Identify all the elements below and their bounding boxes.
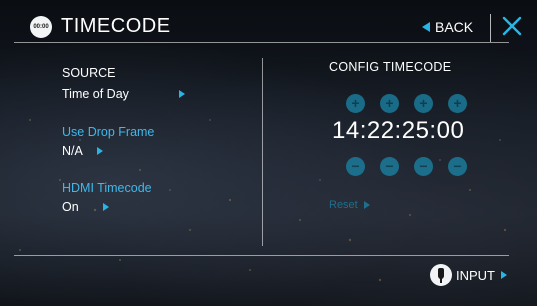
timecode-icon: 00:00 — [30, 16, 52, 38]
plus-icon: + — [453, 95, 462, 111]
source-selector[interactable]: Time of Day — [62, 87, 185, 101]
close-icon[interactable] — [500, 14, 524, 38]
source-value: Time of Day — [62, 87, 129, 101]
reset-label: Reset — [329, 199, 358, 211]
drop-frame-value: N/A — [62, 144, 83, 158]
increment-hours-button[interactable]: + — [346, 94, 365, 113]
reset-button[interactable]: Reset — [329, 199, 370, 211]
back-button-label: BACK — [435, 19, 474, 35]
chevron-right-icon — [178, 90, 185, 98]
plus-icon: + — [351, 95, 360, 111]
config-timecode-title: CONFIG TIMECODE — [329, 60, 452, 74]
column-divider — [262, 58, 263, 246]
drop-frame-label: Use Drop Frame — [62, 125, 155, 139]
minus-icon: − — [453, 158, 462, 174]
chevron-right-icon — [501, 271, 507, 279]
drop-frame-selector[interactable]: N/A — [62, 144, 103, 158]
chevron-right-icon — [102, 203, 109, 211]
increment-seconds-button[interactable]: + — [414, 94, 433, 113]
decrement-minutes-button[interactable]: − — [380, 157, 399, 176]
hdmi-timecode-label: HDMI Timecode — [62, 181, 152, 195]
input-button[interactable]: INPUT — [430, 262, 507, 288]
chevron-right-icon — [96, 147, 103, 155]
back-button[interactable]: BACK — [422, 17, 473, 37]
input-plug-icon — [430, 264, 452, 286]
chevron-left-icon — [422, 22, 430, 32]
timecode-screen: 00:00 TIMECODE BACK SOURCE Time of Day U… — [0, 0, 537, 306]
increment-minutes-button[interactable]: + — [380, 94, 399, 113]
hdmi-timecode-value: On — [62, 200, 79, 214]
source-label: SOURCE — [62, 66, 116, 80]
header-divider — [490, 14, 491, 42]
page-title: TIMECODE — [61, 15, 171, 37]
header-divider-line — [14, 42, 509, 43]
footer-divider-line — [14, 255, 509, 256]
plus-icon: + — [419, 95, 428, 111]
minus-icon: − — [385, 158, 394, 174]
decrement-hours-button[interactable]: − — [346, 157, 365, 176]
input-button-label: INPUT — [456, 267, 495, 283]
hdmi-timecode-selector[interactable]: On — [62, 200, 109, 214]
chevron-right-icon — [363, 201, 370, 209]
decrement-seconds-button[interactable]: − — [414, 157, 433, 176]
timecode-value: 14:22:25:00 — [332, 117, 465, 144]
plus-icon: + — [385, 95, 394, 111]
increment-frames-button[interactable]: + — [448, 94, 467, 113]
minus-icon: − — [351, 158, 360, 174]
decrement-frames-button[interactable]: − — [448, 157, 467, 176]
minus-icon: − — [419, 158, 428, 174]
